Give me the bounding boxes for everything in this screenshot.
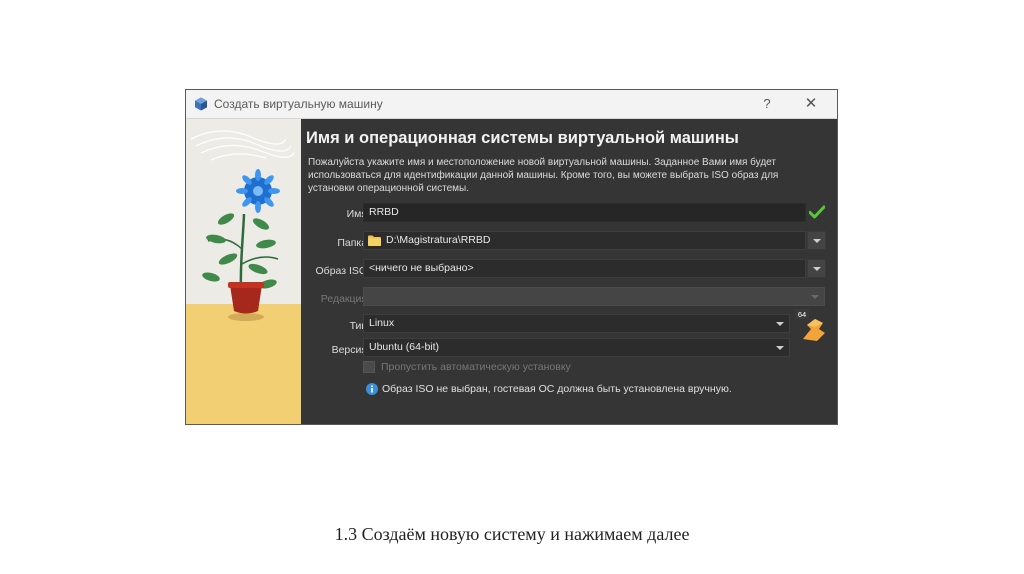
page-title: Имя и операционная системы виртуальной м… <box>306 129 739 147</box>
wizard-illustration <box>186 119 301 424</box>
type-combo[interactable]: Linux <box>363 314 790 333</box>
iso-label: Образ ISO: <box>315 265 370 277</box>
chevron-down-icon <box>813 239 821 243</box>
slide-caption: 1.3 Создаём новую систему и нажимаем дал… <box>334 524 690 544</box>
close-button[interactable]: ✕ <box>800 94 822 114</box>
linux-os-icon: 64 <box>795 309 825 341</box>
edition-label: Редакция: <box>320 293 370 305</box>
skip-unattended-checkbox[interactable] <box>363 361 375 373</box>
info-icon <box>366 383 378 395</box>
folder-label: Папка: <box>337 237 370 249</box>
version-value: Ubuntu (64-bit) <box>369 341 440 353</box>
window-title: Создать виртуальную машину <box>214 97 383 111</box>
iso-image-combo[interactable]: <ничего не выбрано> <box>363 259 806 278</box>
potted-flower-illustration <box>190 130 295 321</box>
os-64bit-badge: 64 <box>798 310 806 319</box>
folder-value: D:\Magistratura\RRBD <box>386 234 491 246</box>
virtualbox-icon <box>195 97 207 111</box>
version-combo[interactable]: Ubuntu (64-bit) <box>363 338 790 357</box>
info-message: Образ ISO не выбран, гостевая ОС должна … <box>382 383 732 395</box>
folder-combo[interactable]: D:\Magistratura\RRBD <box>363 231 806 250</box>
title-bar: Создать виртуальную машину ? ✕ <box>186 90 837 119</box>
check-icon <box>809 205 825 219</box>
wizard-content: Имя и операционная системы виртуальной м… <box>301 119 837 424</box>
help-button[interactable]: ? <box>756 94 778 114</box>
skip-unattended-label: Пропустить автоматическую установку <box>381 361 571 373</box>
iso-dropdown-button[interactable] <box>807 259 826 278</box>
version-label: Версия: <box>331 344 370 356</box>
chevron-down-icon <box>776 322 784 326</box>
edition-combo[interactable] <box>363 287 825 306</box>
chevron-down-icon <box>776 346 784 350</box>
slide: Создать виртуальную машину ? ✕ Имя и опе… <box>0 0 1024 574</box>
name-label: Имя: <box>346 208 370 220</box>
name-input[interactable]: RRBD <box>363 203 806 222</box>
create-vm-dialog: Создать виртуальную машину ? ✕ Имя и опе… <box>185 89 838 425</box>
folder-icon <box>368 235 381 246</box>
type-label: Тип: <box>349 320 370 332</box>
type-value: Linux <box>369 317 395 329</box>
chevron-down-icon <box>813 267 821 271</box>
page-description: Пожалуйста укажите имя и местоположение … <box>308 157 779 194</box>
chevron-down-icon <box>811 295 819 299</box>
folder-dropdown-button[interactable] <box>807 231 826 250</box>
